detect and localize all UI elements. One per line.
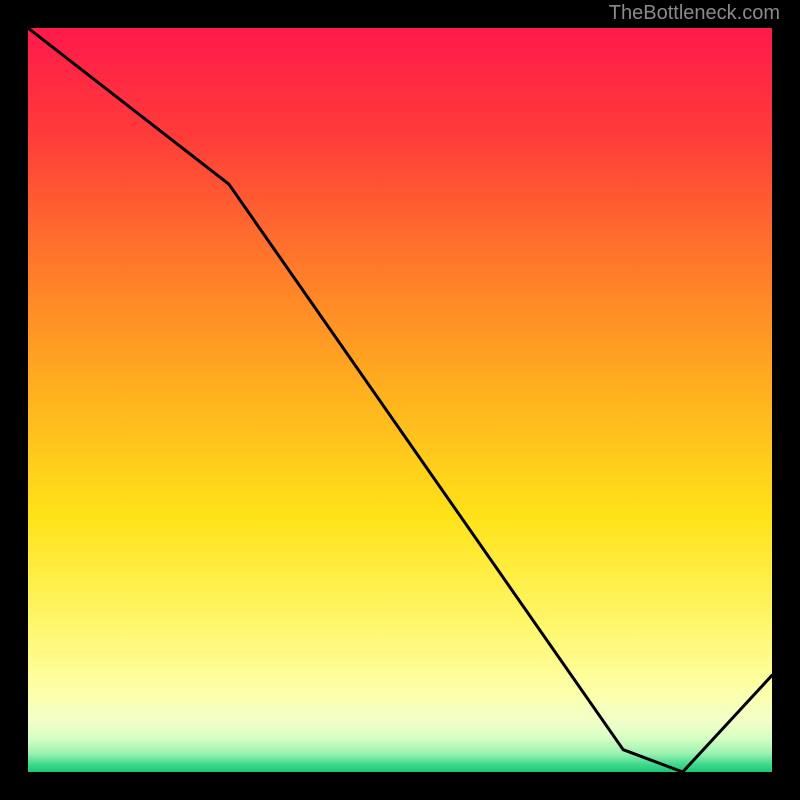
chart-container: TheBottleneck.com (0, 0, 800, 800)
attribution-label: TheBottleneck.com (609, 2, 780, 25)
plot-area (28, 28, 772, 772)
data-line (28, 28, 772, 772)
